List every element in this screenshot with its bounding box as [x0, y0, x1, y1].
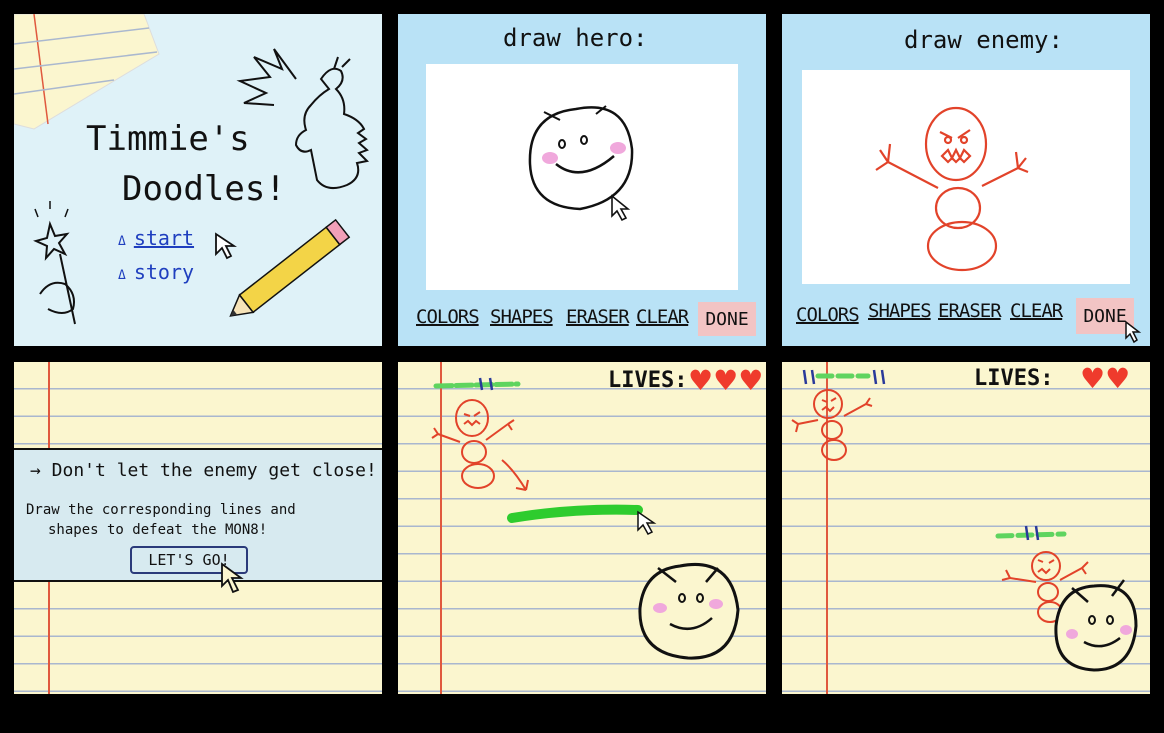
- gameplay-panel-2: LIVES: ♥♥: [782, 362, 1150, 694]
- slash-stroke: [507, 504, 643, 523]
- menu-item-start[interactable]: Δstart: [118, 226, 194, 250]
- eraser-tool-button[interactable]: ERASER: [566, 306, 630, 328]
- cursor-arrow-icon: [221, 562, 244, 594]
- hero-smiley: [1054, 579, 1138, 672]
- clear-tool-button[interactable]: CLEAR: [1010, 300, 1063, 322]
- triangle-icon: Δ: [118, 234, 126, 249]
- hero-drawing-canvas[interactable]: [426, 64, 738, 290]
- enemy-drawing-canvas[interactable]: [802, 70, 1130, 284]
- gameplay-panel-1: LIVES: ♥♥♥: [398, 362, 766, 694]
- eraser-tool-button[interactable]: ERASER: [938, 300, 1002, 322]
- triangle-icon: Δ: [118, 268, 126, 283]
- draw-hero-heading: draw hero:: [503, 24, 648, 52]
- enemy-snowman: [791, 389, 873, 461]
- colors-tool-button[interactable]: COLORS: [416, 306, 480, 328]
- title-screen-panel: Timmie's Doodles! Δstart Δstory: [14, 14, 382, 346]
- instructions-body-line-1: Draw the corresponding lines and: [26, 502, 296, 518]
- pencil-icon: [229, 218, 351, 317]
- instructions-banner: → Don't let the enemy get close! Draw th…: [14, 448, 382, 582]
- hero-smiley-drawing: [528, 105, 634, 222]
- draw-enemy-heading: draw enemy:: [904, 26, 1063, 54]
- shapes-tool-button[interactable]: SHAPES: [490, 306, 554, 328]
- enemy-health-bar: [433, 381, 521, 389]
- clear-tool-button[interactable]: CLEAR: [636, 306, 689, 328]
- gameplay-scene-1: [431, 377, 740, 660]
- shapes-tool-button[interactable]: SHAPES: [868, 300, 932, 322]
- cursor-arrow-icon: [1125, 320, 1142, 344]
- instructions-headline: → Don't let the enemy get close!: [30, 460, 377, 481]
- dragon-doodle-icon: [236, 48, 370, 190]
- enemy-snowman-drawing: [875, 106, 1029, 272]
- instructions-panel: → Don't let the enemy get close! Draw th…: [14, 362, 382, 694]
- menu-item-story[interactable]: Δstory: [118, 260, 194, 284]
- start-link[interactable]: start: [134, 226, 194, 250]
- magic-wand-icon: [33, 201, 76, 325]
- gameplay-scene-2: [791, 369, 1138, 672]
- story-link[interactable]: story: [134, 260, 194, 284]
- draw-enemy-panel: draw enemy: COLORS SHAPES ERASER CLEAR D…: [782, 14, 1150, 346]
- colors-tool-button[interactable]: COLORS: [796, 304, 860, 326]
- draw-hero-panel: draw hero: COLORS SHAPES ERASER CLEAR DO…: [398, 14, 766, 346]
- hero-smiley: [638, 563, 740, 660]
- done-button[interactable]: DONE: [698, 302, 756, 336]
- enemy-snowman: [431, 399, 529, 491]
- instructions-body-line-2: shapes to defeat the MON8!: [48, 522, 268, 538]
